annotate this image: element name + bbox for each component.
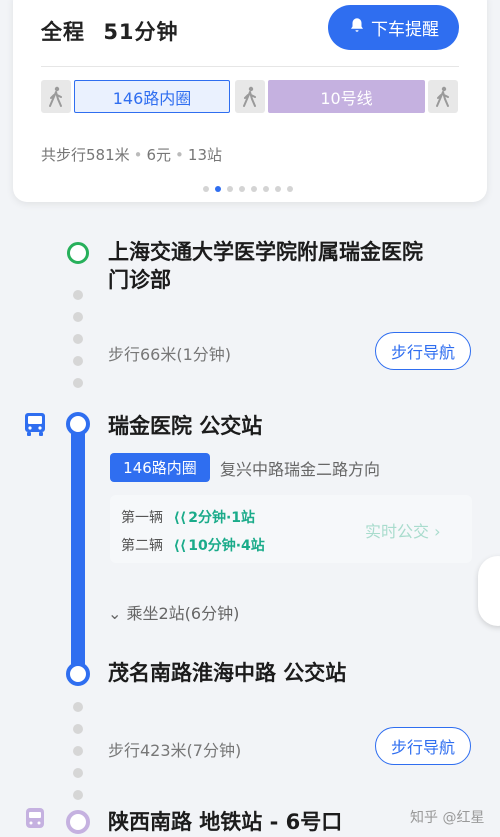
page-dot [227,186,233,192]
arrival-info-box[interactable]: 第一辆 ⟨⟨ 2分钟·1站 第二辆 ⟨⟨ 10分钟·4站 实时公交 › [110,495,472,563]
metro-stop-marker [66,810,90,834]
divider [41,66,459,67]
alight-stop-name: 茂名南路淮海中路 公交站 [108,661,347,685]
metro-stop-name: 陕西南路 地铁站 - 6号口 [108,810,343,834]
walk-path-dot [73,768,83,778]
arrival-eta: 10分钟·4站 [188,538,265,554]
alight-reminder-label: 下车提醒 [371,20,439,40]
ride-stops-label: 乘坐2站(6分钟) [126,604,240,623]
page-dot [275,186,281,192]
walk-segment-icon [428,80,458,113]
metro-icon [21,805,49,837]
walk-path-dot [73,290,83,300]
origin-marker [67,242,89,264]
walk-path-dot [73,746,83,756]
walk-2-text: 步行423米(7分钟) [108,741,242,760]
walk-path-dot [73,334,83,344]
page-dot [263,186,269,192]
arrival-label: 第二辆 [121,538,163,554]
walk-segment-icon [235,80,265,113]
walk-1-text: 步行66米(1分钟) [108,345,232,364]
page-dot [239,186,245,192]
watermark: 知乎 @红星 [410,810,485,826]
chevron-down-icon: ⌄ [108,604,122,623]
scroll-handle[interactable] [478,556,500,626]
board-stop-marker [66,412,90,436]
walk-path-dot [73,702,83,712]
origin-name: 上海交通大学医学院附属瑞金医院 门诊部 [108,240,423,292]
total-time: 全程 51分钟 [41,16,179,46]
arrival-label: 第一辆 [121,510,163,526]
walk-segment-icon [41,80,71,113]
stop-count: 13站 [187,146,222,164]
page-indicator [203,186,293,192]
fare: 6元 [146,146,172,164]
arrival-eta: 2分钟·1站 [188,510,256,526]
walk-path-dot [73,356,83,366]
page-dot [203,186,209,192]
alight-stop-marker [66,662,90,686]
arrival-row-2: 第二辆 ⟨⟨ 10分钟·4站 [121,535,265,555]
page-dot [287,186,293,192]
ride-stops-toggle[interactable]: ⌄ 乘坐2站(6分钟) [108,600,239,624]
route-summary-card: 全程 51分钟 下车提醒 146路内圈 10号线 共步行581米 • 6元 • 13站 [13,0,487,202]
walk-nav-button-2[interactable]: 步行导航 [375,727,471,765]
route-badge[interactable]: 146路内圈 [110,453,210,482]
total-time-label: 全程 [41,20,85,44]
bell-icon [348,16,366,39]
walk-nav-button-1[interactable]: 步行导航 [375,332,471,370]
chevron-right-icon: › [434,522,441,541]
arrival-row-1: 第一辆 ⟨⟨ 2分钟·1站 [121,507,255,527]
walk-path-dot [73,724,83,734]
walk-path-dot [73,790,83,800]
trip-stats: 共步行581米 • 6元 • 13站 [41,146,222,164]
metro-segment: 10号线 [268,80,425,113]
board-stop-name: 瑞金医院 公交站 [108,414,263,438]
page-dot-active [215,186,221,192]
realtime-bus-label: 实时公交 [365,522,430,541]
bus-route-line [71,422,85,674]
bus-segment: 146路内圈 [74,80,230,113]
walk-distance: 共步行581米 [41,146,130,164]
signal-icon: ⟨⟨ [173,510,187,526]
bus-icon [21,410,49,442]
realtime-bus-link[interactable]: 实时公交 › [365,518,441,542]
walk-path-dot [73,312,83,322]
total-time-value: 51分钟 [103,20,179,44]
signal-icon: ⟨⟨ [173,538,187,554]
walk-path-dot [73,378,83,388]
page-dot [251,186,257,192]
route-direction: 复兴中路瑞金二路方向 [220,460,381,479]
alight-reminder-button[interactable]: 下车提醒 [328,5,459,50]
